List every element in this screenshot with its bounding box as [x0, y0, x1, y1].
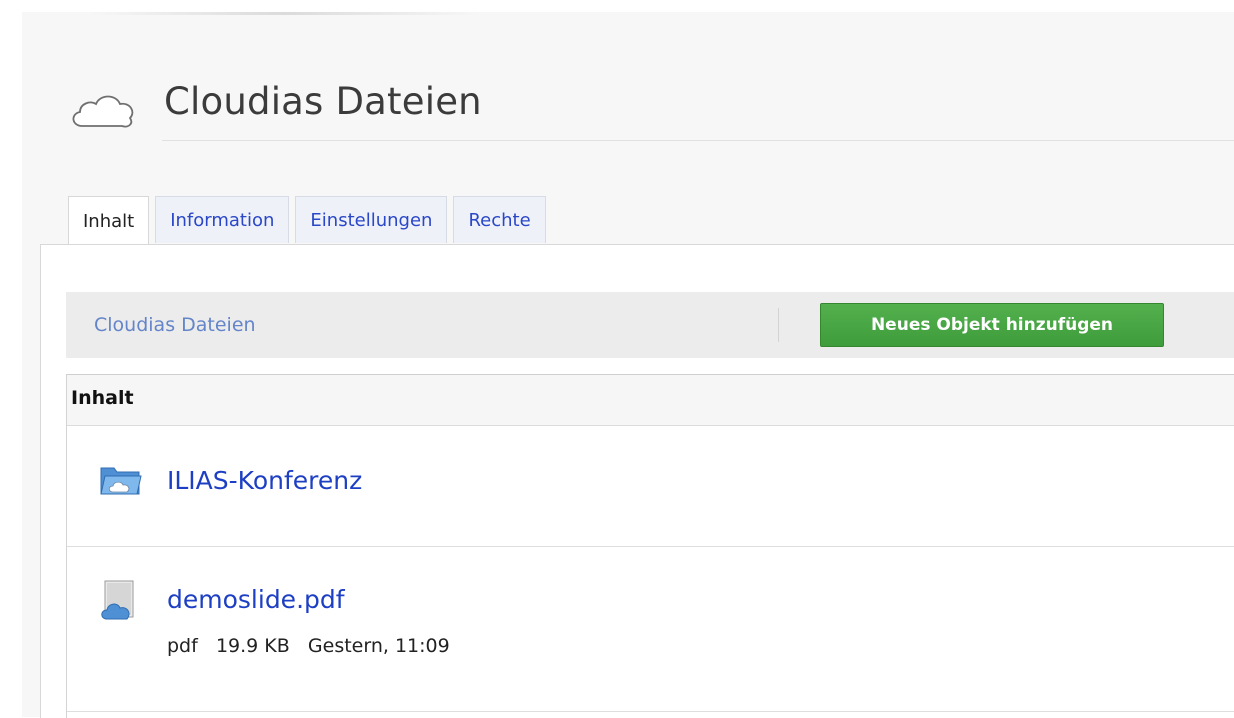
file-date: Gestern, 11:09 [307, 635, 450, 657]
page-header: Cloudias Dateien [62, 78, 1234, 144]
cloud-file-icon [101, 580, 134, 620]
item-link-folder[interactable]: ILIAS-Konferenz [167, 466, 362, 495]
list-item: ILIAS-Konferenz [67, 426, 1234, 547]
title-divider [162, 140, 1234, 141]
toolbar-separator [778, 308, 779, 342]
tab-information[interactable]: Information [155, 196, 290, 243]
toolbar: Cloudias Dateien Neues Objekt hinzufügen [66, 292, 1234, 358]
tab-rechte[interactable]: Rechte [453, 196, 546, 243]
tab-bar: Inhalt Information Einstellungen Rechte [68, 196, 546, 245]
list-header-label: Inhalt [71, 387, 134, 409]
content-list: Inhalt ILIAS-Konferenz demoslide.pdf pdf… [66, 374, 1234, 718]
top-divider [90, 12, 480, 15]
page-title: Cloudias Dateien [164, 80, 482, 123]
item-meta: pdf 19.9 KB Gestern, 11:09 [167, 635, 450, 657]
item-link-file[interactable]: demoslide.pdf [167, 585, 345, 614]
add-object-button[interactable]: Neues Objekt hinzufügen [820, 303, 1164, 347]
cloud-folder-icon [100, 467, 142, 495]
breadcrumb[interactable]: Cloudias Dateien [94, 314, 256, 336]
list-header: Inhalt [67, 375, 1234, 426]
list-item: demoslide.pdf pdf 19.9 KB Gestern, 11:09 [67, 547, 1234, 712]
file-type: pdf [167, 635, 198, 657]
tab-inhalt[interactable]: Inhalt [68, 196, 150, 245]
tab-einstellungen[interactable]: Einstellungen [295, 196, 448, 243]
file-size: 19.9 KB [215, 635, 290, 657]
cloud-icon [72, 95, 134, 128]
